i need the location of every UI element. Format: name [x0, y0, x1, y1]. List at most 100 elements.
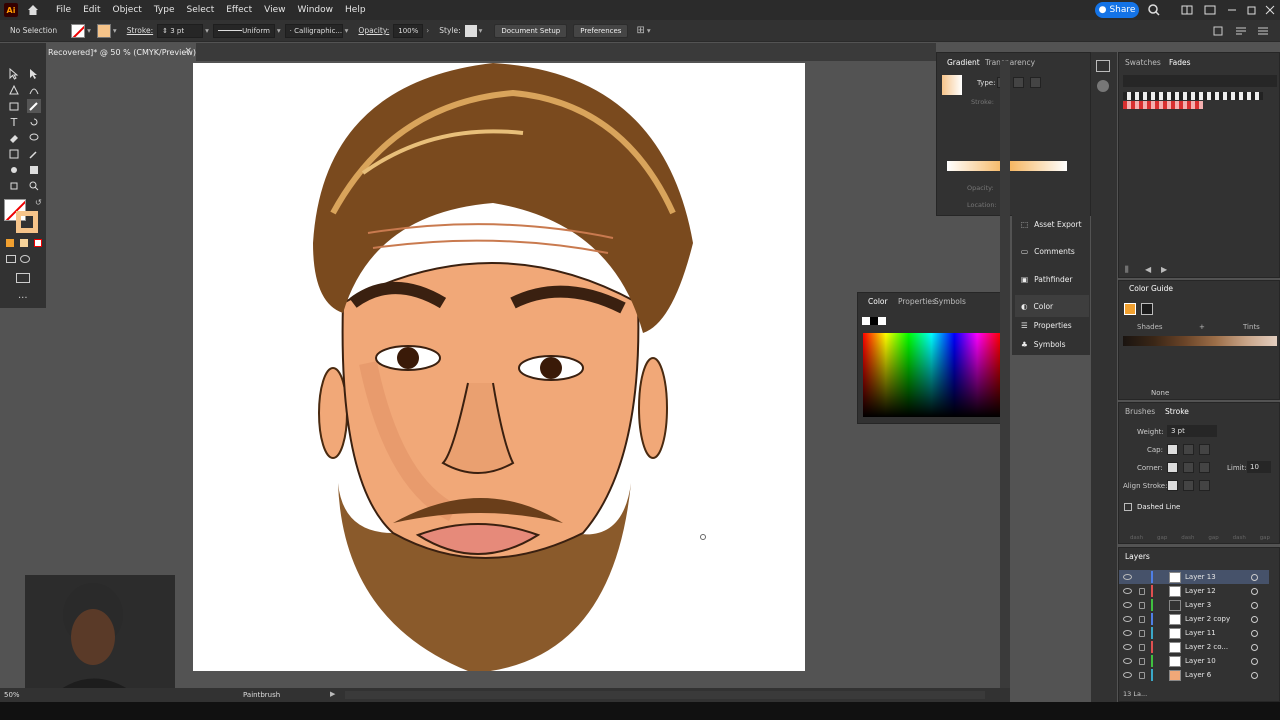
menu-help[interactable]: Help — [339, 0, 372, 20]
dash-field-2[interactable]: dash — [1181, 535, 1194, 541]
limit-field[interactable]: 10 — [1247, 461, 1271, 473]
restore-icon[interactable] — [1245, 3, 1259, 17]
menu-window[interactable]: Window — [292, 0, 340, 20]
layer-target-icon[interactable] — [1251, 657, 1258, 665]
gradient-mode-icon[interactable] — [20, 239, 28, 247]
tab-brushes[interactable]: Brushes — [1125, 407, 1155, 416]
lock-icon[interactable] — [1139, 587, 1145, 595]
chevron-down-icon[interactable]: ▾ — [277, 26, 281, 35]
visibility-eye-icon[interactable] — [1123, 630, 1132, 636]
artboard-tool-icon[interactable] — [7, 179, 21, 193]
search-icon[interactable] — [1147, 3, 1161, 17]
butt-cap-icon[interactable] — [1167, 444, 1178, 455]
visibility-eye-icon[interactable] — [1123, 672, 1132, 678]
layer-target-icon[interactable] — [1251, 615, 1258, 623]
swatch-search-input[interactable] — [1123, 75, 1277, 87]
tab-properties[interactable]: Properties — [898, 297, 936, 306]
eraser-tool-icon[interactable] — [7, 131, 21, 145]
puppet-warp-tool-icon[interactable] — [7, 163, 21, 177]
layer-row[interactable]: Layer 3 — [1119, 598, 1269, 612]
workspace-icon[interactable] — [1180, 3, 1194, 17]
chevron-down-icon[interactable]: ▾ — [87, 26, 91, 35]
round-join-icon[interactable] — [1183, 462, 1194, 473]
arrange-documents-icon[interactable]: ⊞ — [636, 25, 644, 36]
layer-row[interactable]: Layer 6 — [1119, 668, 1269, 682]
layer-target-icon[interactable] — [1251, 643, 1258, 651]
chevron-down-icon[interactable]: ▾ — [479, 26, 483, 35]
lock-icon[interactable] — [1139, 643, 1145, 651]
opacity-label[interactable]: Opacity: — [358, 26, 389, 35]
bevel-join-icon[interactable] — [1199, 462, 1210, 473]
layer-row[interactable]: Layer 12 — [1119, 584, 1269, 598]
close-tab-icon[interactable]: × — [184, 46, 192, 56]
chevron-right-icon[interactable]: › — [426, 26, 429, 35]
layer-target-icon[interactable] — [1251, 629, 1258, 637]
minimize-icon[interactable] — [1225, 3, 1239, 17]
fill-swatch[interactable] — [71, 23, 86, 38]
visibility-eye-icon[interactable] — [1123, 616, 1132, 622]
direct-selection-tool-icon[interactable] — [27, 67, 41, 81]
dash-field-1[interactable]: dash — [1130, 535, 1143, 541]
harmony-swatch[interactable] — [1141, 303, 1153, 315]
selection-tool-icon[interactable] — [7, 67, 21, 81]
asset-export-panel-button[interactable]: ⬚ Asset Export — [1015, 213, 1089, 235]
draw-inside-icon[interactable] — [20, 255, 30, 263]
status-menu-icon[interactable]: ▶ — [330, 690, 335, 698]
color-spectrum[interactable] — [863, 333, 1000, 417]
brush-definition[interactable]: · Calligraphic... — [284, 23, 343, 38]
chevron-down-icon[interactable]: ▾ — [345, 26, 349, 35]
more-tools-icon[interactable]: ··· — [18, 293, 28, 304]
menu-object[interactable]: Object — [107, 0, 148, 20]
layer-target-icon[interactable] — [1251, 671, 1258, 679]
menu-type[interactable]: Type — [148, 0, 181, 20]
curvature-tool-icon[interactable] — [27, 83, 41, 97]
stroke-label[interactable]: Stroke: — [127, 26, 153, 35]
layer-target-icon[interactable] — [1251, 573, 1258, 581]
menu-file[interactable]: File — [50, 0, 77, 20]
stroke-color-box[interactable] — [16, 211, 38, 233]
layer-row[interactable]: Layer 10 — [1119, 654, 1269, 668]
draw-mode-icon[interactable] — [6, 255, 16, 263]
variable-width-profile[interactable]: Uniform — [212, 23, 275, 38]
base-color-swatch[interactable] — [1124, 303, 1136, 315]
comments-panel-button[interactable]: ▭ Comments — [1015, 240, 1089, 262]
layer-row[interactable]: Layer 2 copy — [1119, 612, 1269, 626]
visibility-eye-icon[interactable] — [1123, 588, 1132, 594]
dash-field-3[interactable]: dash — [1233, 535, 1246, 541]
home-icon[interactable] — [26, 3, 40, 17]
color-variations-row[interactable] — [1123, 336, 1277, 346]
freeform-gradient-icon[interactable] — [1030, 77, 1041, 88]
visibility-eye-icon[interactable] — [1123, 602, 1132, 608]
control-bar-right-icons[interactable] — [1212, 24, 1272, 38]
align-center-icon[interactable] — [1167, 480, 1178, 491]
visibility-eye-icon[interactable] — [1123, 574, 1132, 580]
dock-color-icon[interactable] — [1097, 80, 1109, 92]
artboard[interactable] — [193, 63, 805, 671]
chevron-down-icon[interactable]: ▾ — [113, 26, 117, 35]
close-icon[interactable] — [1263, 3, 1277, 17]
pathfinder-panel-button[interactable]: ▣ Pathfinder — [1015, 268, 1089, 290]
paintbrush-tool-icon[interactable] — [27, 99, 41, 113]
document-setup-button[interactable]: Document Setup — [494, 23, 568, 38]
zoom-level[interactable]: 50% — [4, 691, 20, 699]
layer-row[interactable]: Layer 11 — [1119, 626, 1269, 640]
menu-view[interactable]: View — [258, 0, 291, 20]
color-quick-swatches[interactable] — [862, 317, 886, 325]
lock-icon[interactable] — [1139, 615, 1145, 623]
horizontal-scrollbar[interactable] — [345, 691, 985, 699]
gap-field-3[interactable]: gap — [1260, 535, 1270, 541]
swap-colors-icon[interactable]: ↺ — [35, 198, 42, 207]
previous-library-icon[interactable]: ◀ — [1145, 265, 1151, 274]
document-tab[interactable]: Recovered]* @ 50 % (CMYK/Preview) × — [46, 43, 196, 61]
zoom-tool-icon[interactable] — [27, 179, 41, 193]
opacity-field[interactable]: 100% — [393, 23, 424, 38]
layer-target-icon[interactable] — [1251, 601, 1258, 609]
share-button[interactable]: ● Share — [1095, 2, 1139, 18]
menu-effect[interactable]: Effect — [220, 0, 258, 20]
visibility-eye-icon[interactable] — [1123, 644, 1132, 650]
color-mode-icon[interactable] — [6, 239, 14, 247]
align-outside-icon[interactable] — [1199, 480, 1210, 491]
lock-icon[interactable] — [1139, 629, 1145, 637]
layer-row[interactable]: Layer 2 co... — [1119, 640, 1269, 654]
stroke-swatch[interactable] — [96, 23, 111, 38]
